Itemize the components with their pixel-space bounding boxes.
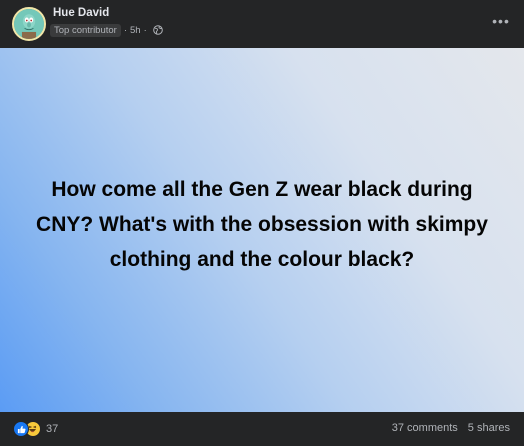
author-name[interactable]: Hue David (53, 7, 109, 19)
comments-count-link[interactable]: 37 comments (392, 422, 458, 434)
meta-separator: · (123, 24, 128, 36)
engagement-stats: 37 comments 5 shares (392, 422, 510, 434)
shares-count-link[interactable]: 5 shares (468, 422, 510, 434)
facebook-post: Hue David Top contributor · 5h · ••• How… (0, 0, 524, 446)
more-options-button[interactable]: ••• (490, 10, 512, 32)
author-avatar[interactable] (12, 7, 46, 41)
globe-icon[interactable] (152, 25, 163, 35)
text-background-card[interactable]: How come all the Gen Z wear black during… (0, 48, 524, 412)
more-horizontal-icon: ••• (492, 13, 510, 29)
post-header: Hue David Top contributor · 5h · ••• (0, 0, 524, 48)
post-timestamp[interactable]: 5h (130, 25, 141, 36)
reactions-summary[interactable]: 37 (13, 421, 58, 437)
like-icon (13, 421, 29, 437)
post-meta: Top contributor · 5h · (50, 23, 163, 37)
top-contributor-badge[interactable]: Top contributor (50, 23, 121, 37)
avatar-image (14, 9, 44, 39)
meta-separator: · (143, 24, 147, 36)
post-footer: 37 37 comments 5 shares (0, 412, 524, 446)
reaction-count: 37 (46, 423, 59, 435)
post-text: How come all the Gen Z wear black during… (36, 177, 488, 271)
